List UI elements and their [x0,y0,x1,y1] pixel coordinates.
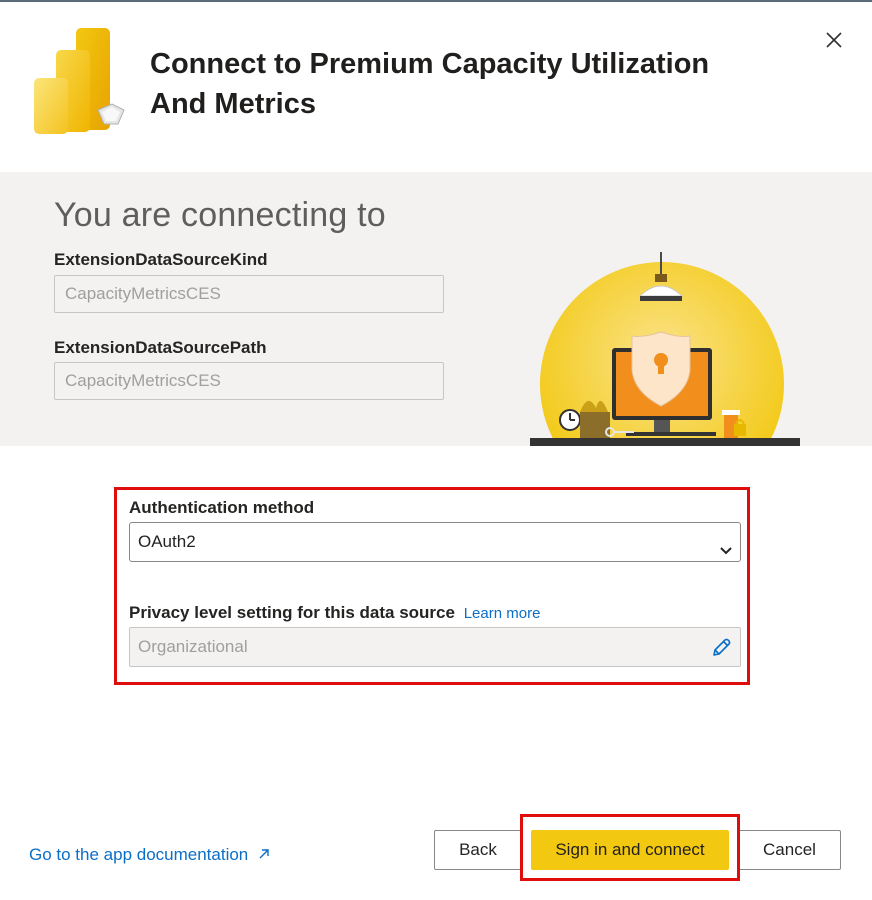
field-label-path: ExtensionDataSourcePath [54,338,267,357]
power-bi-logo-icon [32,28,132,136]
window-top-border [0,0,872,2]
privacy-level-label: Privacy level setting for this data sour… [129,603,540,623]
cancel-button[interactable]: Cancel [738,830,841,870]
field-value-path: CapacityMetricsCES [54,362,444,400]
field-value-kind: CapacityMetricsCES [54,275,444,313]
close-icon[interactable] [820,26,848,54]
sign-in-connect-button[interactable]: Sign in and connect [531,830,729,870]
dialog-title: Connect to Premium Capacity Utilization … [150,48,710,120]
privacy-level-field: Organizational [129,627,741,667]
connecting-heading: You are connecting to [54,196,386,234]
field-label-kind: ExtensionDataSourceKind [54,250,268,269]
app-documentation-link-text: Go to the app documentation [29,845,249,864]
connection-info-panel: You are connecting to ExtensionDataSourc… [0,172,872,446]
auth-method-select[interactable]: OAuth2 [129,522,741,562]
pencil-icon[interactable] [708,635,734,661]
auth-method-value: OAuth2 [138,532,196,551]
auth-method-label: Authentication method [129,498,315,517]
learn-more-link[interactable]: Learn more [464,605,541,622]
privacy-level-label-text: Privacy level setting for this data sour… [129,603,455,622]
app-documentation-link[interactable]: Go to the app documentation [29,845,270,865]
back-button[interactable]: Back [434,830,522,870]
external-link-icon [258,845,270,865]
security-illustration [530,252,800,446]
chevron-down-icon [718,534,734,555]
